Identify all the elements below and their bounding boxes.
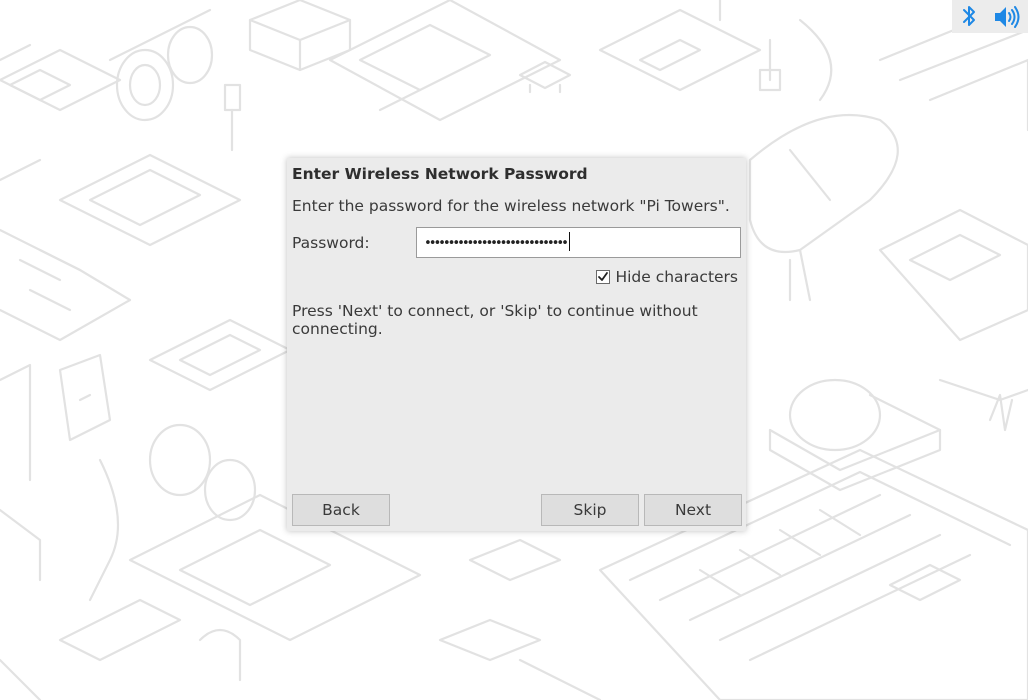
back-button[interactable]: Back — [292, 494, 390, 526]
text-caret — [568, 232, 570, 251]
hide-characters-checkbox[interactable] — [596, 270, 611, 284]
skip-button[interactable]: Skip — [541, 494, 639, 526]
dialog-message: Enter the password for the wireless netw… — [292, 197, 730, 215]
checkmark-icon — [598, 272, 609, 281]
dialog-hint: Press 'Next' to connect, or 'Skip' to co… — [292, 302, 698, 338]
hide-characters-label: Hide characters — [615, 268, 738, 286]
hide-characters-toggle[interactable]: Hide characters — [596, 268, 738, 286]
next-button[interactable]: Next — [644, 494, 742, 526]
desktop: Enter Wireless Network Password Enter th… — [0, 0, 1028, 700]
volume-icon[interactable] — [992, 2, 1022, 32]
password-input[interactable]: •••••••••••••••••••••••••••••• — [416, 227, 741, 258]
password-value: •••••••••••••••••••••••••••••• — [424, 236, 569, 251]
password-label: Password: — [292, 234, 370, 252]
system-tray — [952, 0, 1028, 33]
wifi-password-dialog: Enter Wireless Network Password Enter th… — [287, 158, 746, 531]
bluetooth-icon[interactable] — [958, 2, 980, 32]
dialog-title: Enter Wireless Network Password — [292, 165, 588, 183]
